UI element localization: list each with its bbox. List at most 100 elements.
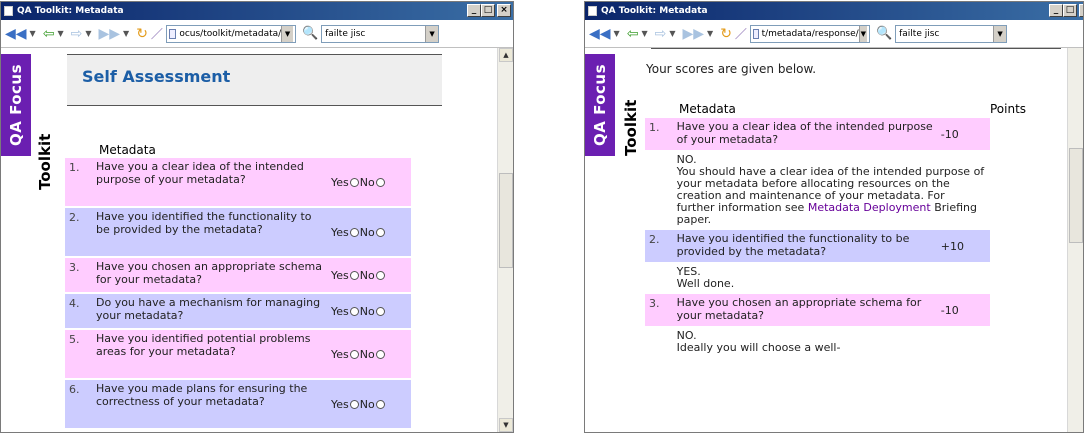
back-arrow-icon[interactable]: ⇦ [43,24,55,44]
yes-radio[interactable] [349,350,359,359]
chevron-down-icon[interactable]: ▼ [641,29,647,38]
no-radio[interactable] [375,400,385,409]
window-controls: _ □ × [1049,4,1083,17]
back-arrow-icon[interactable]: ⇦ [627,24,639,44]
question-number: 1. [649,121,660,134]
yes-no-group: Yes No [327,294,411,328]
search-input[interactable]: failte jisc ▼ [895,24,1008,43]
yes-radio[interactable] [349,400,359,409]
title-bar: QA Toolkit: Metadata _ □ × [585,2,1083,20]
close-button[interactable]: × [497,4,511,17]
yes-radio[interactable] [349,271,359,280]
search-input[interactable]: failte jisc ▼ [321,24,440,43]
page-content[interactable]: QA Focus Toolkit Your scores are given b… [585,48,1083,432]
table-row: 2. Have you identified the functionality… [645,230,990,262]
yes-label: Yes [331,268,349,282]
address-bar[interactable]: ocus/toolkit/metadata/ ▼ [165,24,296,43]
search-icon[interactable]: 🔍 [302,26,318,41]
no-label: No [359,175,375,189]
search-text: failte jisc [899,28,940,39]
no-radio[interactable] [375,350,385,359]
address-bar[interactable]: t/metadata/response/ ▼ [749,24,870,43]
yes-label: Yes [331,304,349,318]
yes-radio[interactable] [349,307,359,316]
toolkit-label: Toolkit [36,133,54,190]
minimize-button[interactable]: _ [467,4,481,17]
rewind-icon[interactable]: ◀◀ [5,24,27,44]
scroll-down-arrow-icon[interactable]: ▼ [499,418,513,432]
chevron-down-icon[interactable]: ▼ [858,25,867,42]
table-row: 2. Have you identified the functionality… [65,208,411,256]
vertical-scrollbar[interactable]: ▲ ▼ [497,48,513,432]
chevron-down-icon[interactable]: ▼ [281,25,293,42]
no-radio[interactable] [375,228,385,237]
scroll-thumb[interactable] [499,173,513,268]
yes-radio[interactable] [349,178,359,187]
no-radio[interactable] [375,178,385,187]
points-value: +10 [940,239,964,253]
no-label: No [359,304,375,318]
page-icon [168,28,177,39]
metadata-deployment-link[interactable]: Metadata Deployment [808,201,931,214]
minimize-button[interactable]: _ [1049,4,1063,17]
points-value: -10 [940,303,959,317]
scroll-thumb[interactable] [1069,148,1083,243]
yes-no-group: Yes No [327,208,411,256]
vertical-scrollbar[interactable] [1067,48,1083,432]
chevron-down-icon[interactable]: ▼ [993,25,1007,42]
chevron-down-icon[interactable]: ▼ [123,29,129,38]
search-icon[interactable]: 🔍 [876,26,892,41]
question-number: 5. [69,333,80,346]
title-bar: QA Toolkit: Metadata _ □ × [1,2,513,20]
feedback-body: Well done. [676,277,735,290]
feedback-row: NO. You should have a clear idea of the … [645,152,990,228]
forward-arrow-icon[interactable]: ⇨ [71,24,83,44]
table-row: 6. Have you made plans for ensuring the … [65,380,411,428]
edit-icon[interactable]: ／ [151,24,163,44]
chevron-down-icon[interactable]: ▼ [30,29,36,38]
chevron-down-icon[interactable]: ▼ [614,29,620,38]
chevron-down-icon[interactable]: ▼ [669,29,675,38]
scroll-up-arrow-icon[interactable]: ▲ [499,48,513,62]
no-radio[interactable] [375,271,385,280]
no-radio[interactable] [375,307,385,316]
table-row: 4. Do you have a mechanism for managing … [65,294,411,328]
feedback-row: YES. Well done. [645,264,990,292]
edit-icon[interactable]: ／ [735,24,747,44]
table-row: 3. Have you chosen an appropriate schema… [645,294,990,326]
chevron-down-icon[interactable]: ▼ [425,25,439,42]
question-number: 2. [69,211,80,224]
maximize-button[interactable]: □ [1063,4,1077,17]
scores-intro: Your scores are given below. [646,62,817,76]
fast-forward-icon[interactable]: ▶▶ [98,24,120,44]
address-text: t/metadata/response/ [761,28,859,39]
chevron-down-icon[interactable]: ▼ [707,29,713,38]
yes-radio[interactable] [349,228,359,237]
chevron-down-icon[interactable]: ▼ [85,29,91,38]
reload-icon[interactable]: ↻ [720,24,732,44]
table-row: 1. Have you a clear idea of the intended… [645,118,990,150]
close-button[interactable]: × [1079,4,1083,17]
fast-forward-icon[interactable]: ▶▶ [682,24,704,44]
forward-arrow-icon[interactable]: ⇨ [655,24,667,44]
chevron-down-icon[interactable]: ▼ [57,29,63,38]
scores-table: 1. Have you a clear idea of the intended… [645,116,990,358]
question-text: Have you chosen an appropriate schema fo… [676,296,922,322]
yes-no-group: Yes No [327,258,411,292]
question-number: 3. [649,297,660,310]
feedback-text: NO. Ideally you will choose a well- [673,328,990,356]
page-icon [752,28,759,39]
reload-icon[interactable]: ↻ [136,24,148,44]
no-label: No [359,268,375,282]
page-content[interactable]: QA Focus Toolkit Self Assessment Metadat… [1,48,513,432]
question-text: Have you made plans for ensuring the cor… [96,382,308,408]
no-label: No [359,225,375,239]
maximize-button[interactable]: □ [481,4,495,17]
address-text: ocus/toolkit/metadata/ [179,28,282,39]
question-number: 6. [69,383,80,396]
window-title: QA Toolkit: Metadata [601,6,708,16]
section-heading: Metadata [679,102,736,116]
browser-toolbar: ◀◀ ▼ ⇦ ▼ ⇨ ▼ ▶▶ ▼ ↻ ／ t/metadata/response/ ▼… [585,20,1083,48]
question-text: Have you a clear idea of the intended pu… [96,160,304,186]
rewind-icon[interactable]: ◀◀ [589,24,611,44]
